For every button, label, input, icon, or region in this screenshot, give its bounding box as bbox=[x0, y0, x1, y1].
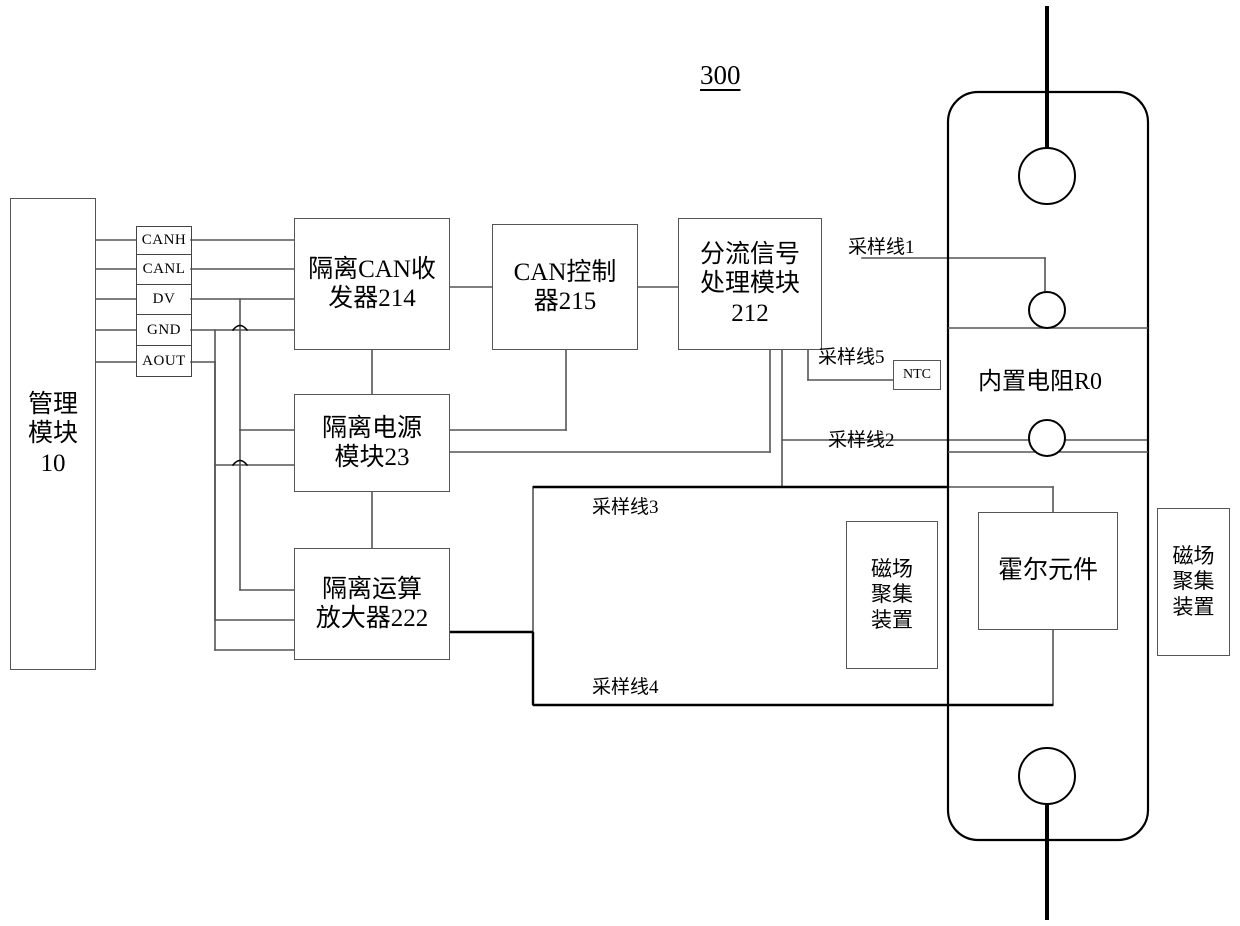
sampling-line-4-label: 采样线4 bbox=[592, 677, 659, 698]
block-isolated-power-module[interactable]: 隔离电源 模块23 bbox=[294, 394, 450, 492]
block-magnetic-concentrator-right[interactable]: 磁场 聚集 装置 bbox=[1157, 508, 1230, 656]
pin-aout-label: AOUT bbox=[142, 352, 186, 369]
pin-gnd[interactable]: GND bbox=[136, 314, 192, 345]
sampling-line-5-label: 采样线5 bbox=[818, 347, 885, 368]
figure-number: 300 bbox=[700, 60, 741, 90]
pin-gnd-label: GND bbox=[147, 321, 181, 338]
block-magnetic-concentrator-left[interactable]: 磁场 聚集 装置 bbox=[846, 521, 938, 669]
block-can-controller[interactable]: CAN控制 器215 bbox=[492, 224, 638, 350]
figure-canvas: 300 管理 模块 10 CANH CANL DV GND AOUT 隔离CAN… bbox=[0, 0, 1240, 926]
wiring-layer bbox=[95, 6, 1150, 920]
block-shunt-signal-processing[interactable]: 分流信号 处理模块 212 bbox=[678, 218, 822, 350]
sampling-line-1-label: 采样线1 bbox=[848, 237, 915, 258]
pin-canl[interactable]: CANL bbox=[136, 254, 192, 284]
block-shunt-signal-processing-label: 分流信号 处理模块 212 bbox=[699, 240, 800, 327]
block-management-module[interactable]: 管理 模块 10 bbox=[10, 198, 96, 670]
block-isolated-can-transceiver[interactable]: 隔离CAN收 发器214 bbox=[294, 218, 450, 350]
block-magnetic-concentrator-left-label: 磁场 聚集 装置 bbox=[871, 556, 913, 632]
block-isolated-can-transceiver-label: 隔离CAN收 发器214 bbox=[308, 255, 436, 313]
block-isolated-op-amp[interactable]: 隔离运算 放大器222 bbox=[294, 548, 450, 660]
block-hall-element-label: 霍尔元件 bbox=[997, 557, 1098, 585]
builtin-resistor-label: 内置电阻R0 bbox=[978, 369, 1103, 395]
block-isolated-power-module-label: 隔离电源 模块23 bbox=[321, 414, 422, 472]
block-hall-element[interactable]: 霍尔元件 bbox=[978, 512, 1118, 630]
pin-canh-label: CANH bbox=[141, 232, 187, 248]
pin-canh[interactable]: CANH bbox=[136, 226, 192, 254]
sampling-line-3-label: 采样线3 bbox=[592, 497, 659, 518]
sampling-line-2-label: 采样线2 bbox=[828, 430, 895, 451]
block-magnetic-concentrator-right-label: 磁场 聚集 装置 bbox=[1172, 543, 1215, 619]
block-isolated-op-amp-label: 隔离运算 放大器222 bbox=[315, 575, 429, 633]
pin-dv-label: DV bbox=[152, 291, 176, 307]
pin-canl-label: CANL bbox=[142, 261, 186, 277]
block-ntc-label: NTC bbox=[903, 367, 931, 382]
pin-dv[interactable]: DV bbox=[136, 284, 192, 314]
pin-aout[interactable]: AOUT bbox=[136, 345, 192, 377]
block-can-controller-label: CAN控制 器215 bbox=[513, 258, 617, 316]
block-ntc[interactable]: NTC bbox=[893, 360, 941, 390]
block-management-module-label: 管理 模块 10 bbox=[27, 390, 78, 477]
